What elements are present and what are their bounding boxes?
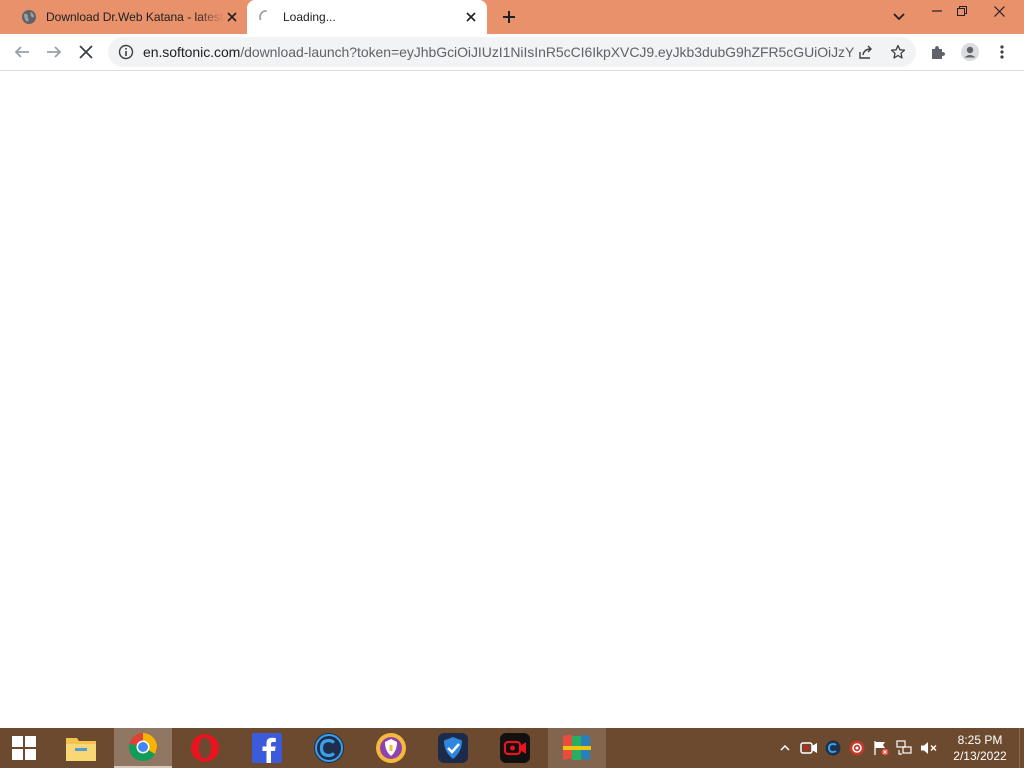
back-button[interactable] xyxy=(8,38,36,66)
minimize-icon xyxy=(932,10,942,12)
taskbar-screen-recorder[interactable] xyxy=(486,728,544,768)
menu-button[interactable] xyxy=(988,38,1016,66)
tab-title: Download Dr.Web Katana - latest version xyxy=(46,10,224,24)
tray-network-icon[interactable] xyxy=(894,728,916,768)
arrow-left-icon xyxy=(14,46,29,58)
share-button[interactable] xyxy=(854,40,878,64)
url-domain: en.softonic.com xyxy=(143,44,241,60)
arrow-right-icon xyxy=(47,46,62,58)
facebook-icon xyxy=(252,733,282,763)
site-info-icon[interactable] xyxy=(111,37,141,67)
loading-spinner-icon xyxy=(258,9,274,25)
chevron-up-icon xyxy=(780,745,790,751)
close-icon xyxy=(993,5,1005,17)
folder-icon xyxy=(66,738,96,761)
browser-toolbar: en.softonic.com/download-launch?token=ey… xyxy=(0,34,1024,71)
close-tab-icon[interactable] xyxy=(224,7,240,27)
taskbar-opera[interactable] xyxy=(176,728,234,768)
taskbar-chrome[interactable] xyxy=(114,728,172,768)
extensions-button[interactable] xyxy=(924,38,952,66)
taskbar-facebook[interactable] xyxy=(238,728,296,768)
bookmark-star-button[interactable] xyxy=(886,40,910,64)
taskbar-ccleaner[interactable] xyxy=(300,728,358,768)
windows-logo-icon xyxy=(12,736,36,760)
winrar-icon xyxy=(563,734,591,761)
address-url[interactable]: en.softonic.com/download-launch?token=ey… xyxy=(143,44,855,60)
taskbar-file-explorer[interactable] xyxy=(52,728,110,768)
forward-button[interactable] xyxy=(40,38,68,66)
opera-icon xyxy=(191,734,219,762)
stop-icon xyxy=(79,45,93,59)
show-hidden-icons-button[interactable] xyxy=(774,728,796,768)
restore-icon xyxy=(957,6,967,16)
url-path: /download-launch?token=eyJhbGciOiJIUzI1N… xyxy=(240,44,855,60)
taskbar-winrar[interactable] xyxy=(548,728,606,768)
avatar-icon xyxy=(961,43,979,61)
tray-volume-muted-icon[interactable] xyxy=(918,728,940,768)
show-desktop-button[interactable] xyxy=(1019,728,1024,768)
tab-search-button[interactable] xyxy=(888,6,910,28)
stop-loading-button[interactable] xyxy=(72,38,100,66)
chrome-icon xyxy=(128,732,157,761)
restore-button[interactable] xyxy=(945,0,979,22)
chevron-down-icon xyxy=(893,13,905,21)
tray-recorder-icon[interactable] xyxy=(798,728,820,768)
share-icon xyxy=(859,45,872,59)
star-icon xyxy=(890,44,906,59)
new-tab-button[interactable] xyxy=(498,6,520,28)
recorder-icon xyxy=(500,733,530,763)
globe-icon xyxy=(21,9,37,25)
clock-date: 2/13/2022 xyxy=(953,749,1007,763)
vpn-shield-icon xyxy=(376,733,406,763)
close-window-button[interactable] xyxy=(982,0,1016,22)
tab-loading[interactable]: Loading... xyxy=(247,0,487,34)
tray-security-icon[interactable] xyxy=(846,728,868,768)
puzzle-icon xyxy=(932,46,945,59)
taskbar-vpn-shield[interactable] xyxy=(362,728,420,768)
windows-taskbar: 8:25 PM 2/13/2022 xyxy=(0,728,1024,768)
plus-icon xyxy=(503,11,515,23)
tab-drweb-download[interactable]: Download Dr.Web Katana - latest version xyxy=(8,0,246,34)
tab-title: Loading... xyxy=(283,10,336,24)
kebab-menu-icon xyxy=(1000,45,1004,59)
tab-strip: Download Dr.Web Katana - latest version … xyxy=(0,0,1024,34)
taskbar-security-shield[interactable] xyxy=(424,728,482,768)
ccleaner-icon xyxy=(314,733,344,763)
start-button[interactable] xyxy=(0,728,48,768)
security-shield-icon xyxy=(438,733,468,763)
address-bar[interactable]: en.softonic.com/download-launch?token=ey… xyxy=(108,37,916,67)
tray-action-center-flag-icon[interactable] xyxy=(870,728,892,768)
close-tab-icon[interactable] xyxy=(461,7,481,27)
clock-time: 8:25 PM xyxy=(957,733,1003,747)
profile-button[interactable] xyxy=(956,38,984,66)
taskbar-clock[interactable]: 8:25 PM 2/13/2022 xyxy=(948,732,1012,764)
page-content xyxy=(0,72,1024,728)
tray-ccleaner-icon[interactable] xyxy=(822,728,844,768)
